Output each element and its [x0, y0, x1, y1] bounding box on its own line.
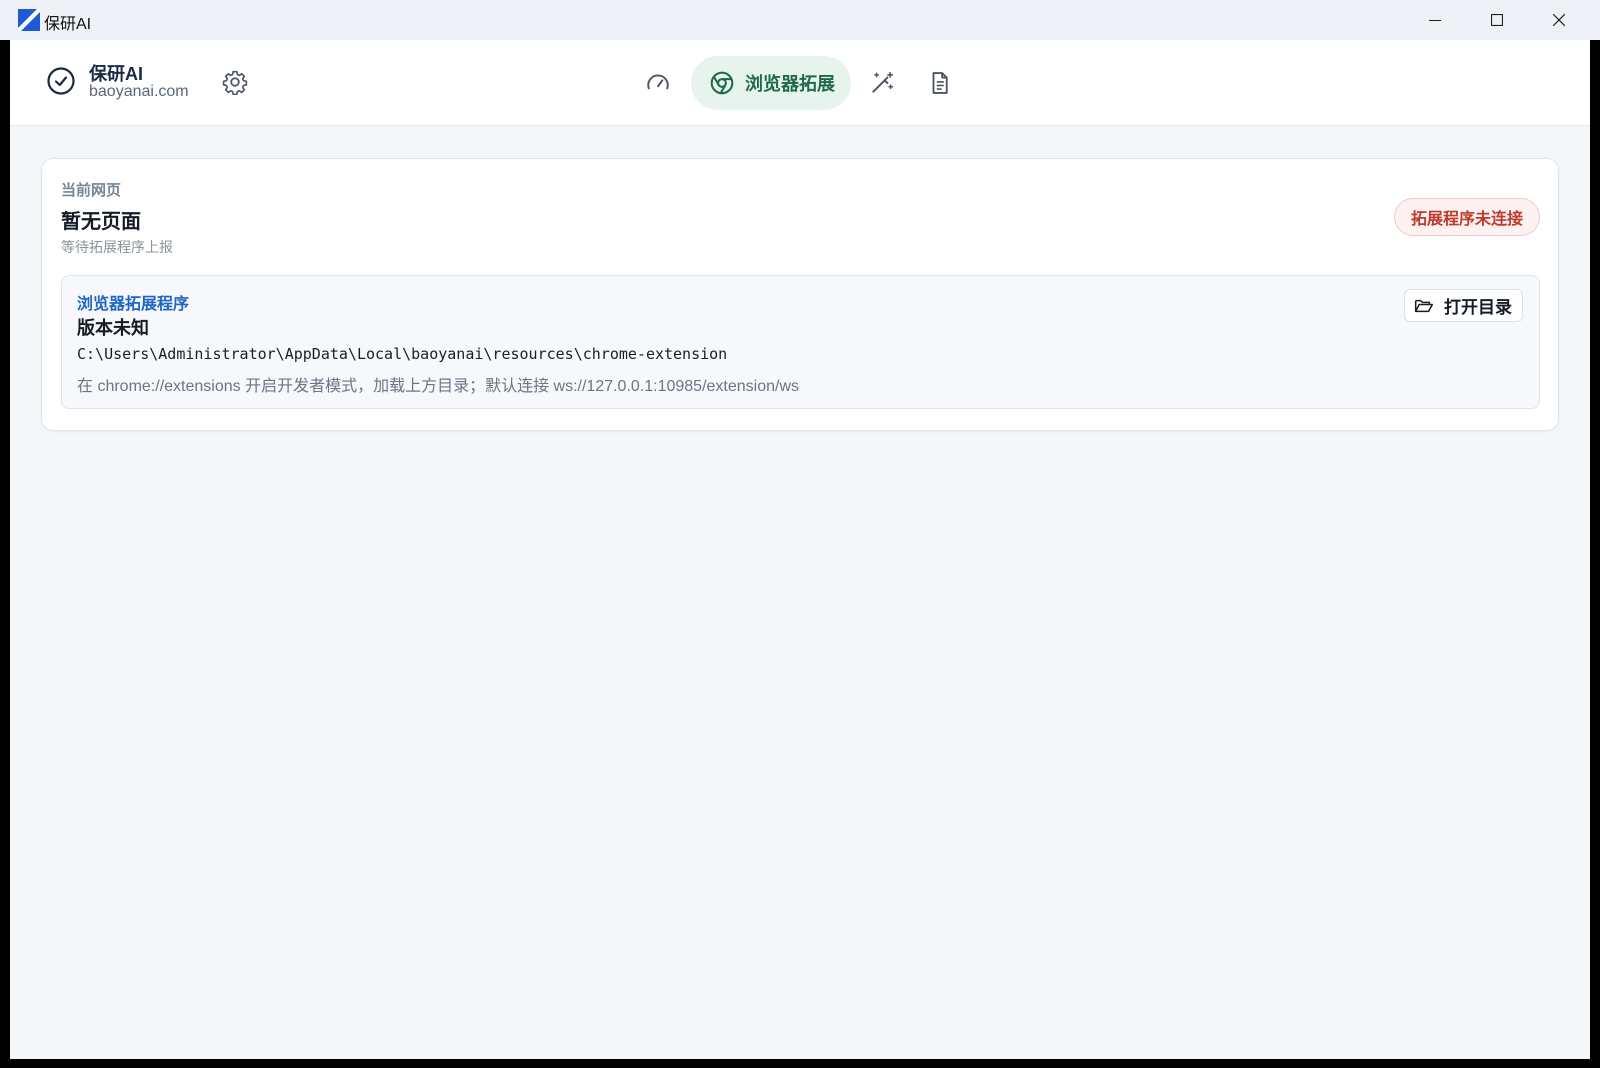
- connection-status-badge: 拓展程序未连接: [1393, 198, 1540, 236]
- app-logo-icon: [18, 9, 40, 31]
- open-directory-button[interactable]: 打开目录: [1404, 289, 1523, 322]
- extension-version: 版本未知: [77, 318, 149, 338]
- folder-open-icon: [1414, 299, 1434, 312]
- extension-path: C:\Users\Administrator\AppData\Local\bao…: [77, 345, 728, 363]
- app-header: 保研AI baoyanai.com 浏览器拓展: [10, 40, 1590, 126]
- gauge-icon: [647, 74, 669, 90]
- extension-info-panel: 浏览器拓展程序 版本未知 C:\Users\Administrator\AppD…: [61, 275, 1540, 409]
- current-page-title: 暂无页面: [61, 211, 141, 233]
- magic-wand-icon: [872, 71, 894, 93]
- window-titlebar: 保研AI: [0, 0, 1600, 40]
- current-page-eyebrow: 当前网页: [61, 182, 122, 199]
- check-circle-icon: [47, 67, 75, 95]
- nav-browser-extension[interactable]: 浏览器拓展: [691, 56, 851, 110]
- maximize-icon: [1491, 14, 1503, 26]
- gear-icon: [222, 70, 248, 96]
- nav-magic[interactable]: [862, 63, 902, 103]
- current-page-card: 当前网页 暂无页面 等待拓展程序上报 拓展程序未连接 浏览器拓展程序 版本未知 …: [41, 158, 1559, 431]
- extension-hint: 在 chrome://extensions 开启开发者模式，加载上方目录；默认连…: [77, 378, 800, 395]
- extension-eyebrow: 浏览器拓展程序: [77, 296, 190, 313]
- minimize-button[interactable]: [1404, 0, 1466, 40]
- app-body: 保研AI baoyanai.com 浏览器拓展 当前网页 暂无页面 等待拓展程序…: [10, 40, 1590, 1059]
- nav-browser-extension-label: 浏览器拓展: [745, 74, 835, 94]
- nav-dashboard[interactable]: [638, 63, 678, 103]
- window-title: 保研AI: [44, 16, 92, 33]
- close-window-button[interactable]: [1528, 0, 1590, 40]
- minimize-icon: [1429, 20, 1441, 21]
- current-page-subtitle: 等待拓展程序上报: [61, 240, 173, 256]
- close-icon: [1553, 14, 1565, 26]
- open-directory-label: 打开目录: [1444, 298, 1512, 317]
- maximize-button[interactable]: [1466, 0, 1528, 40]
- brand-domain: baoyanai.com: [89, 83, 189, 100]
- settings-button[interactable]: [222, 69, 248, 96]
- chrome-icon: [710, 71, 734, 95]
- document-icon: [932, 72, 948, 94]
- nav-document[interactable]: [920, 63, 960, 103]
